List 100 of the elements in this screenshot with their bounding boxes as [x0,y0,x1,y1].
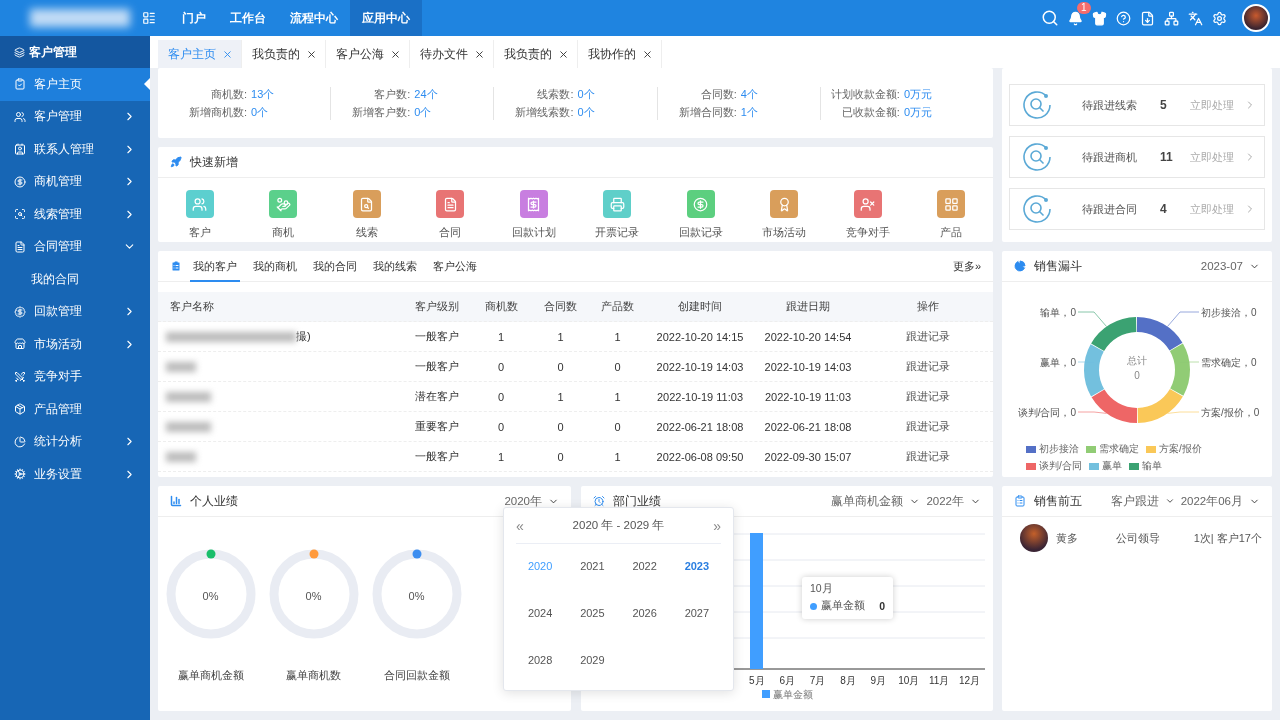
sidebar-item[interactable]: 业务设置 [0,458,150,491]
callout-label: 方案/报价，0 [1201,406,1260,418]
quick-add-tile[interactable] [853,190,882,218]
customer-tab[interactable]: 我的合同 [310,250,360,282]
year-select[interactable]: 2020年 [504,493,542,509]
filter-select[interactable]: 客户跟进 [1110,493,1159,509]
table-cell-text: 一般客户 [413,329,460,344]
quick-add-label[interactable]: 回款计划 [511,225,556,240]
sidebar-item[interactable]: 客户主页 [0,68,150,101]
settings-icon[interactable] [1212,10,1227,26]
year-option[interactable]: 2025 [566,606,619,619]
stat-value: 0个 [577,104,596,120]
axis-label: 6月 [779,675,795,686]
sidebar-item[interactable]: 联系人管理 [0,133,150,166]
year-option[interactable]: 2029 [566,653,619,666]
sidebar-item[interactable]: 市场活动 [0,328,150,361]
prev-button[interactable]: « [516,517,524,534]
download-icon[interactable] [1140,10,1155,26]
sidebar-item[interactable]: 产品管理 [0,393,150,426]
quick-add-tile[interactable] [436,190,465,218]
bell-icon[interactable] [1068,10,1083,26]
help-icon[interactable] [1116,10,1131,26]
picker-title: 2020 年 - 2029 年 [572,518,665,533]
quick-add-tile[interactable] [686,190,715,218]
quick-add-label[interactable]: 回款记录 [678,225,723,240]
year-option[interactable]: 2027 [670,606,723,619]
gauge-label: 合同回款金额 [383,668,450,683]
followup-record-link[interactable]: 跟进记录 [862,449,993,464]
followup-item[interactable]: 待跟进合同 4 立即处理 [1009,188,1265,230]
quick-add-tile[interactable] [185,190,214,218]
nav-tab[interactable]: 流程中心 [278,0,350,36]
quick-add-tile[interactable] [352,190,381,218]
customer-tab[interactable]: 我的商机 [250,250,300,282]
quick-add-label[interactable]: 商机 [272,225,295,240]
nav-tab[interactable]: 门户 [170,0,218,36]
year-option[interactable]: 2028 [514,653,567,666]
sidebar-item[interactable]: 合同管理 [0,230,150,263]
refresh-search-icon [1020,140,1054,174]
followup-record-link[interactable]: 跟进记录 [862,419,993,434]
quick-add-label[interactable]: 市场活动 [762,225,807,240]
avatar[interactable] [1242,4,1270,32]
table-cell-text: 一般客户 [413,359,460,374]
quick-add-label[interactable]: 开票记录 [595,225,640,240]
quick-add-label[interactable]: 线索 [355,225,378,240]
year-option[interactable]: 2022 [618,559,671,572]
followup-record-link[interactable]: 跟进记录 [862,359,993,374]
sidebar-item[interactable]: 商机管理 [0,165,150,198]
period-select[interactable]: 2023-07 [1200,260,1243,272]
quick-add-label[interactable]: 竞争对手 [845,225,890,240]
close-icon[interactable] [390,48,401,60]
sidebar-subitem[interactable]: 我的合同 [0,263,150,296]
search-icon[interactable] [1041,9,1059,27]
close-icon[interactable] [558,48,569,60]
stat-value: 0个 [577,86,596,102]
customer-tab[interactable]: 我的线索 [370,250,420,282]
more-link[interactable]: 更多» [952,258,981,274]
quick-add-tile[interactable] [937,190,966,218]
axis-label: 7月 [809,675,826,686]
legend-label: 需求确定 [1099,442,1139,456]
followup-item[interactable]: 待跟进线索 5 立即处理 [1009,84,1265,126]
translate-icon[interactable] [1188,10,1203,26]
sidebar-item[interactable]: 统计分析 [0,425,150,458]
sidebar-item[interactable]: 回款管理 [0,295,150,328]
menu-icon[interactable] [142,11,156,25]
sidebar-item[interactable]: 客户管理 [0,100,150,133]
nav-tab[interactable]: 应用中心 [350,0,422,36]
sidebar-item[interactable]: 竞争对手 [0,360,150,393]
quick-add-tile[interactable] [603,190,632,218]
stat-value: 1个 [740,104,759,120]
close-icon[interactable] [306,48,317,60]
table-cell-text: 重要客户 [413,419,460,434]
year-option[interactable]: 2024 [514,606,567,619]
close-icon[interactable] [642,48,653,60]
next-button[interactable]: » [713,517,721,534]
period-select[interactable]: 2022年06月 [1180,493,1243,509]
followup-record-link[interactable]: 跟进记录 [862,389,993,404]
year-option[interactable]: 2023 [670,559,723,572]
callout-label: 输单，0 [1040,306,1076,318]
quick-add-tile[interactable] [519,190,548,218]
followup-record-link[interactable]: 跟进记录 [862,329,993,344]
quick-add-tile[interactable] [269,190,298,218]
quick-add-label[interactable]: 合同 [439,225,462,240]
customer-tab[interactable]: 客户公海 [430,250,480,282]
sidebar-item[interactable]: 线索管理 [0,198,150,231]
quick-add-tile[interactable] [770,190,799,218]
year-select[interactable]: 2022年 [926,493,964,509]
year-option[interactable]: 2021 [566,559,619,572]
metric-select[interactable]: 赢单商机金额 [831,493,904,509]
followup-item[interactable]: 待跟进商机 11 立即处理 [1009,136,1265,178]
followup-label: 待跟进线索 [1082,97,1138,113]
nav-tab[interactable]: 工作台 [218,0,278,36]
customer-tab[interactable]: 我的客户 [190,250,240,282]
year-option[interactable]: 2026 [618,606,671,619]
quick-add-label[interactable]: 产品 [940,225,963,240]
quick-add-label[interactable]: 客户 [188,225,211,240]
close-icon[interactable] [474,48,485,60]
sitemap-icon[interactable] [1164,10,1179,26]
shirt-icon[interactable] [1092,10,1107,26]
table-cell-text: 2022-10-19 14:03 [763,360,853,373]
tooltip-title: 10月 [810,582,834,596]
